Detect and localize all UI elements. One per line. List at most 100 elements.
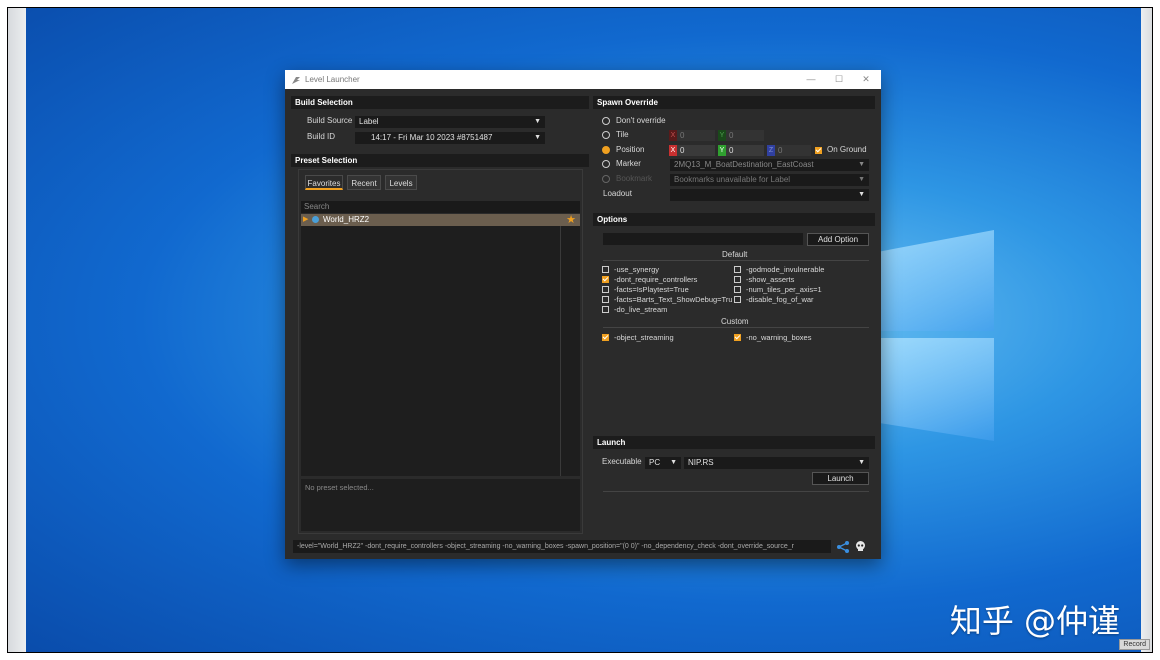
- bookmark-label: Bookmark: [616, 174, 653, 183]
- add-option-button[interactable]: Add Option: [807, 233, 869, 246]
- build-id-value: 14:17 - Fri Mar 10 2023 #8751487: [371, 133, 493, 142]
- on-ground-checkbox[interactable]: [815, 147, 822, 154]
- position-label: Position: [616, 145, 645, 154]
- tile-y-axis-label: Y: [718, 130, 726, 141]
- option-label: -num_tiles_per_axis=1: [746, 285, 822, 294]
- position-x-input[interactable]: 0: [677, 145, 715, 156]
- window-title: Level Launcher: [305, 75, 360, 84]
- platform-dropdown[interactable]: PC ▼: [645, 457, 681, 469]
- share-icon[interactable]: [836, 540, 850, 553]
- loadout-dropdown[interactable]: ▼: [670, 189, 869, 201]
- skull-icon[interactable]: [854, 540, 867, 553]
- custom-options-header: Custom: [721, 317, 749, 326]
- default-divider: [603, 260, 869, 261]
- chevron-down-icon: ▼: [670, 459, 677, 466]
- preset-list-scrollbar[interactable]: [560, 226, 561, 476]
- option-label: -godmode_invulnerable: [746, 265, 825, 274]
- executable-value: NIP.RS: [688, 458, 714, 467]
- build-source-value: Label: [359, 117, 379, 126]
- bookmark-dropdown[interactable]: Bookmarks unavailable for Label ▼: [670, 174, 869, 186]
- option-checkbox-no-warning-boxes[interactable]: [734, 334, 741, 341]
- search-input[interactable]: Search: [301, 201, 580, 213]
- marker-radio[interactable]: [602, 160, 610, 168]
- tile-label: Tile: [616, 130, 629, 139]
- option-label: -use_synergy: [614, 265, 660, 274]
- build-id-dropdown[interactable]: 14:17 - Fri Mar 10 2023 #8751487 ▼: [355, 132, 545, 144]
- option-input[interactable]: [603, 233, 803, 245]
- chevron-down-icon: ▼: [858, 191, 865, 198]
- preset-description: No preset selected...: [301, 479, 580, 531]
- tab-recent[interactable]: Recent: [347, 175, 381, 190]
- position-radio[interactable]: [602, 146, 610, 154]
- level-launcher-window: Level Launcher — ☐ ✕ Build Selection Bui…: [285, 70, 881, 559]
- build-source-dropdown[interactable]: Label ▼: [355, 116, 545, 128]
- build-id-label: Build ID: [307, 132, 336, 141]
- record-label[interactable]: Record: [1119, 639, 1150, 650]
- option-checkbox-disable-fog[interactable]: [734, 296, 741, 303]
- maximize-button[interactable]: ☐: [825, 70, 853, 89]
- option-checkbox-godmode[interactable]: [734, 266, 741, 273]
- tile-x-axis-label: X: [669, 130, 677, 141]
- marker-dropdown[interactable]: 2MQ13_M_BoatDestination_EastCoast ▼: [670, 159, 869, 171]
- position-y-axis-label: Y: [718, 145, 726, 156]
- platform-value: PC: [649, 458, 661, 467]
- list-item[interactable]: ▶ World_HRZ2 ★: [301, 214, 580, 226]
- executable-dropdown[interactable]: NIP.RS ▼: [684, 457, 869, 469]
- option-checkbox-num-tiles[interactable]: [734, 286, 741, 293]
- preset-list[interactable]: ▶ World_HRZ2 ★: [301, 214, 580, 476]
- chevron-down-icon: ▼: [534, 118, 541, 125]
- option-checkbox-facts-isplaytest[interactable]: [602, 286, 609, 293]
- position-x-axis-label: X: [669, 145, 677, 156]
- option-checkbox-do-live-stream[interactable]: [602, 306, 609, 313]
- minimize-button[interactable]: —: [797, 70, 825, 89]
- launch-divider: [603, 491, 869, 492]
- executable-label: Executable: [602, 457, 642, 466]
- left-border: [8, 8, 26, 652]
- launch-button[interactable]: Launch: [812, 472, 869, 485]
- bookmark-radio[interactable]: [602, 175, 610, 183]
- option-label: -show_asserts: [746, 275, 795, 284]
- marker-label: Marker: [616, 159, 641, 168]
- close-button[interactable]: ✕: [852, 70, 880, 89]
- option-checkbox-show-asserts[interactable]: [734, 276, 741, 283]
- dont-override-radio[interactable]: [602, 117, 610, 125]
- right-border: [1141, 8, 1152, 652]
- option-label: -object_streaming: [614, 333, 674, 342]
- position-y-input[interactable]: 0: [726, 145, 764, 156]
- chevron-down-icon: ▼: [858, 459, 865, 466]
- marker-value: 2MQ13_M_BoatDestination_EastCoast: [674, 160, 814, 169]
- expand-arrow-icon[interactable]: ▶: [303, 215, 308, 223]
- title-bar[interactable]: Level Launcher — ☐ ✕: [285, 70, 881, 89]
- logo-pane-bottom: [876, 338, 994, 441]
- option-checkbox-dont-require-controllers[interactable]: [602, 276, 609, 283]
- tab-levels[interactable]: Levels: [385, 175, 417, 190]
- option-checkbox-use-synergy[interactable]: [602, 266, 609, 273]
- option-label: -facts=Barts_Text_ShowDebug=Tru: [614, 295, 732, 304]
- dont-override-label: Don't override: [616, 116, 666, 125]
- custom-divider: [603, 327, 869, 328]
- option-checkbox-object-streaming[interactable]: [602, 334, 609, 341]
- watermark: 知乎 @仲谨: [949, 602, 1120, 640]
- position-z-input[interactable]: 0: [775, 145, 811, 156]
- chevron-down-icon: ▼: [858, 161, 865, 168]
- option-label: -disable_fog_of_war: [746, 295, 814, 304]
- option-checkbox-facts-barts-text[interactable]: [602, 296, 609, 303]
- chevron-down-icon: ▼: [858, 176, 865, 183]
- tile-radio[interactable]: [602, 131, 610, 139]
- launcher-app-icon: [291, 75, 301, 85]
- globe-icon: [312, 216, 319, 223]
- star-icon[interactable]: ★: [566, 213, 576, 226]
- option-label: -no_warning_boxes: [746, 333, 812, 342]
- preset-selection-header: Preset Selection: [291, 154, 589, 167]
- launch-header: Launch: [593, 436, 875, 449]
- tab-favorites[interactable]: Favorites: [305, 175, 343, 190]
- options-header: Options: [593, 213, 875, 226]
- tile-x-input[interactable]: 0: [677, 130, 715, 141]
- command-line-field[interactable]: -level="World_HRZ2" -dont_require_contro…: [293, 540, 831, 553]
- tile-y-input[interactable]: 0: [726, 130, 764, 141]
- logo-pane-top: [876, 230, 994, 331]
- default-options-header: Default: [722, 250, 748, 259]
- option-label: -dont_require_controllers: [614, 275, 698, 284]
- preset-name: World_HRZ2: [323, 215, 370, 224]
- bookmark-value: Bookmarks unavailable for Label: [674, 175, 791, 184]
